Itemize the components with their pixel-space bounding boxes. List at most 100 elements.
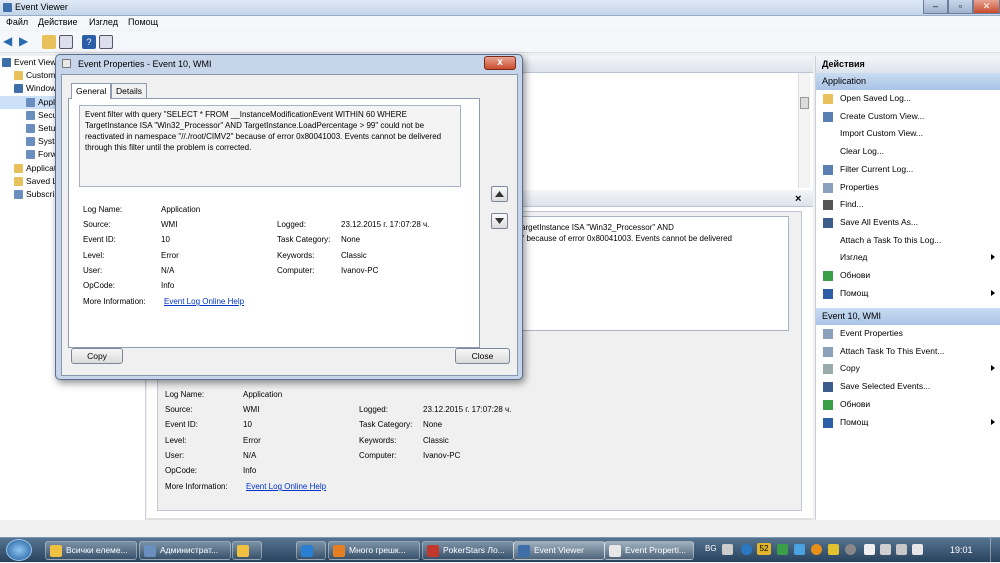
task-category-value: None: [341, 235, 361, 244]
event-description: Event filter with query "SELECT * FROM _…: [79, 105, 461, 187]
firefox-task[interactable]: Много грешк...: [328, 541, 420, 560]
copy-icon: [823, 364, 833, 375]
action-item[interactable]: Изглед: [816, 249, 1000, 266]
action-item[interactable]: Import Custom View...: [816, 125, 1000, 142]
user-value: N/A: [161, 266, 175, 275]
toolbar: ◀ ▶ ?: [0, 31, 1000, 53]
action-center-icon[interactable]: [864, 544, 875, 555]
submenu-arrow-icon: [991, 365, 995, 372]
properties-icon: [823, 329, 833, 339]
preview-task-category-label: Task Category:: [359, 420, 413, 429]
menu-view[interactable]: Изглед: [89, 17, 118, 27]
back-arrow-icon[interactable]: ◀: [3, 35, 17, 49]
task-label: Администрат...: [160, 545, 219, 555]
tray-check-icon[interactable]: [811, 544, 822, 555]
pokerstars-task[interactable]: PokerStars Ло...: [422, 541, 514, 560]
preview-event-id: 10: [243, 420, 252, 429]
admin-icon: [144, 545, 156, 557]
power-icon[interactable]: [912, 544, 923, 555]
event-list-scrollbar[interactable]: [798, 73, 810, 188]
ie-task[interactable]: [296, 541, 326, 560]
skype-icon[interactable]: [741, 544, 752, 555]
action-item[interactable]: Copy: [816, 360, 1000, 377]
network-icon[interactable]: [880, 544, 891, 555]
folder-task[interactable]: [232, 541, 262, 560]
opcode-label: OpCode:: [83, 281, 116, 290]
preview-online-help-link[interactable]: Event Log Online Help: [246, 482, 326, 491]
ie-icon: [301, 545, 313, 557]
online-help-link[interactable]: Event Log Online Help: [164, 297, 244, 306]
action-item[interactable]: Clear Log...: [816, 143, 1000, 160]
level-value: Error: [161, 251, 179, 260]
start-button[interactable]: [6, 539, 32, 561]
minimize-button[interactable]: –: [923, 0, 948, 14]
menu-file[interactable]: Файл: [6, 17, 28, 27]
action-item[interactable]: Обнови: [816, 396, 1000, 413]
tray-green-icon[interactable]: [777, 544, 788, 555]
restore-button[interactable]: ▫: [948, 0, 973, 14]
tab-general[interactable]: General: [71, 83, 112, 99]
volume-icon[interactable]: [896, 544, 907, 555]
action-item[interactable]: Attach a Task To this Log...: [816, 232, 1000, 249]
action-label: Помощ: [840, 416, 869, 427]
tray-gray-icon[interactable]: [845, 544, 856, 555]
show-hide-action-pane-icon[interactable]: [99, 35, 113, 49]
show-hide-tree-icon[interactable]: [59, 35, 73, 49]
explorer-task[interactable]: Всички елеме...: [45, 541, 137, 560]
action-item[interactable]: Save All Events As...: [816, 214, 1000, 231]
action-item[interactable]: Обнови: [816, 267, 1000, 284]
clock[interactable]: 19:01: [950, 545, 973, 555]
actions-section-application[interactable]: Application: [816, 73, 1000, 90]
next-event-button[interactable]: [491, 213, 508, 229]
action-item[interactable]: Event Properties: [816, 325, 1000, 342]
admin-task[interactable]: Администрат...: [139, 541, 231, 560]
action-label: Attach Task To This Event...: [840, 345, 945, 356]
keyboard-icon[interactable]: [722, 544, 733, 555]
event-viewer-task[interactable]: Event Viewer: [513, 541, 605, 560]
pokerstars-icon: [427, 545, 439, 557]
event-properties-task[interactable]: Event Properti...: [604, 541, 694, 560]
task-label: Event Properti...: [625, 545, 686, 555]
tab-details[interactable]: Details: [111, 83, 147, 98]
action-item[interactable]: Помощ: [816, 414, 1000, 431]
tray-blue-icon[interactable]: [794, 544, 805, 555]
save-icon: [823, 382, 833, 393]
folder-up-icon[interactable]: [42, 35, 56, 49]
menu-help[interactable]: Помощ: [128, 17, 158, 27]
action-item[interactable]: Filter Current Log...: [816, 161, 1000, 178]
help-icon[interactable]: ?: [82, 35, 96, 49]
language-indicator[interactable]: BG: [705, 544, 717, 553]
preview-user-label: User:: [165, 451, 185, 460]
action-item[interactable]: Помощ: [816, 285, 1000, 302]
dialog-close-icon[interactable]: x: [484, 56, 516, 70]
forward-arrow-icon[interactable]: ▶: [19, 35, 33, 49]
menu-action[interactable]: Действие: [38, 17, 78, 27]
action-item[interactable]: Find...: [816, 196, 1000, 213]
tray-counter[interactable]: 52: [757, 543, 771, 555]
preview-source: WMI: [243, 405, 260, 414]
action-item[interactable]: Save Selected Events...: [816, 378, 1000, 395]
preview-line2: 2" because of error 0x80041003. Events c…: [517, 234, 732, 243]
task-label: Всички елеме...: [66, 545, 128, 555]
taskbar: BG 52 19:01 Всички елеме... Администрат..…: [0, 537, 1000, 563]
copy-button[interactable]: Copy: [71, 348, 123, 364]
tray-yellow-icon[interactable]: [828, 544, 839, 555]
submenu-arrow-icon: [991, 254, 995, 261]
detail-close-icon[interactable]: ×: [795, 193, 801, 205]
action-item[interactable]: Attach Task To This Event...: [816, 343, 1000, 360]
action-item[interactable]: Open Saved Log...: [816, 90, 1000, 107]
actions-section-event[interactable]: Event 10, WMI: [816, 308, 1000, 325]
preview-event-id-label: Event ID:: [165, 420, 198, 429]
scrollbar-thumb[interactable]: [800, 97, 809, 109]
filter-icon: [823, 111, 833, 122]
previous-event-button[interactable]: [491, 186, 508, 202]
log-name-value: Application: [161, 205, 201, 214]
preview-log-name: Application: [243, 390, 283, 399]
show-desktop-button[interactable]: [990, 538, 1000, 563]
action-item[interactable]: Properties: [816, 179, 1000, 196]
refresh-icon: [823, 399, 833, 410]
log-icon: [26, 137, 35, 147]
window-close-button[interactable]: ✕: [973, 0, 1000, 14]
action-item[interactable]: Create Custom View...: [816, 108, 1000, 125]
close-button[interactable]: Close: [455, 348, 510, 364]
